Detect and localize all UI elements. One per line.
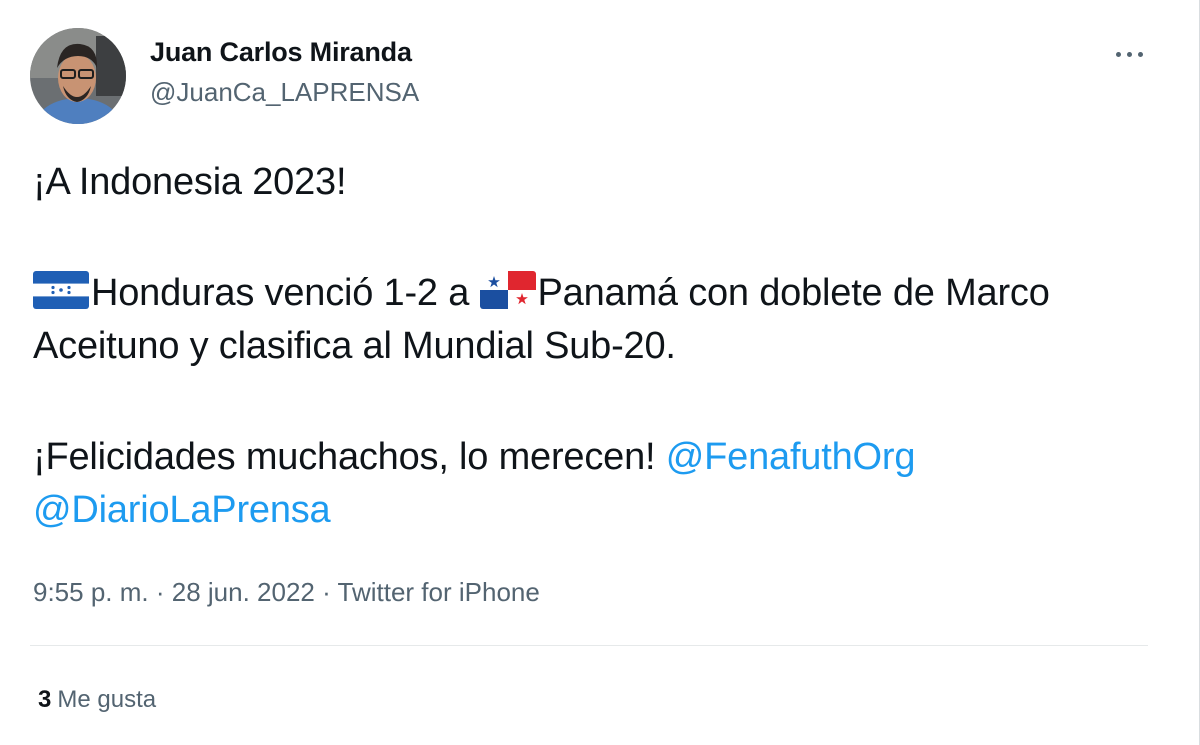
tweet-metadata: 9:55 p. m. · 28 jun. 2022 · Twitter for … bbox=[33, 577, 540, 608]
meta-separator: · bbox=[148, 577, 172, 607]
more-dot bbox=[1138, 52, 1143, 57]
author-avatar[interactable] bbox=[30, 28, 126, 124]
tweet-paragraph-2: Honduras venció 1-2 a Panamá con doblete… bbox=[33, 267, 1143, 373]
tweet-text-c: ¡Felicidades muchachos, lo merecen! bbox=[33, 436, 666, 478]
tweet-text: ¡A Indonesia 2023! Honduras venció 1-2 a bbox=[33, 156, 1143, 537]
mention-fenafuth-link[interactable]: @FenafuthOrg bbox=[666, 436, 916, 478]
author-handle[interactable]: @JuanCa_LAPRENSA bbox=[150, 77, 419, 108]
tweet-date-link[interactable]: 28 jun. 2022 bbox=[172, 577, 315, 607]
divider bbox=[30, 645, 1148, 646]
panama-flag-icon bbox=[479, 271, 536, 309]
mention-diariolaprensa-link[interactable]: @DiarioLaPrensa bbox=[33, 489, 331, 531]
more-dot bbox=[1116, 52, 1121, 57]
avatar-photo bbox=[30, 28, 126, 124]
more-options-icon[interactable] bbox=[1108, 36, 1152, 72]
tweet-line-1: ¡A Indonesia 2023! bbox=[33, 161, 347, 203]
likes-count: 3 bbox=[38, 686, 52, 713]
tweet-paragraph-3: ¡Felicidades muchachos, lo merecen! @Fen… bbox=[33, 431, 1143, 537]
tweet-text-a: Honduras venció 1-2 a bbox=[91, 272, 480, 314]
author-name[interactable]: Juan Carlos Miranda bbox=[150, 37, 412, 68]
tweet-time-link[interactable]: 9:55 p. m. bbox=[33, 577, 149, 607]
likes-stat-link[interactable]: 3 Me gusta bbox=[38, 686, 156, 714]
more-dot bbox=[1127, 52, 1132, 57]
meta-separator: · bbox=[314, 577, 338, 607]
tweet-card: Juan Carlos Miranda @JuanCa_LAPRENSA ¡A … bbox=[0, 0, 1200, 745]
likes-label: Me gusta bbox=[57, 686, 157, 713]
honduras-flag-icon bbox=[33, 271, 89, 309]
tweet-source-link[interactable]: Twitter for iPhone bbox=[338, 577, 540, 607]
